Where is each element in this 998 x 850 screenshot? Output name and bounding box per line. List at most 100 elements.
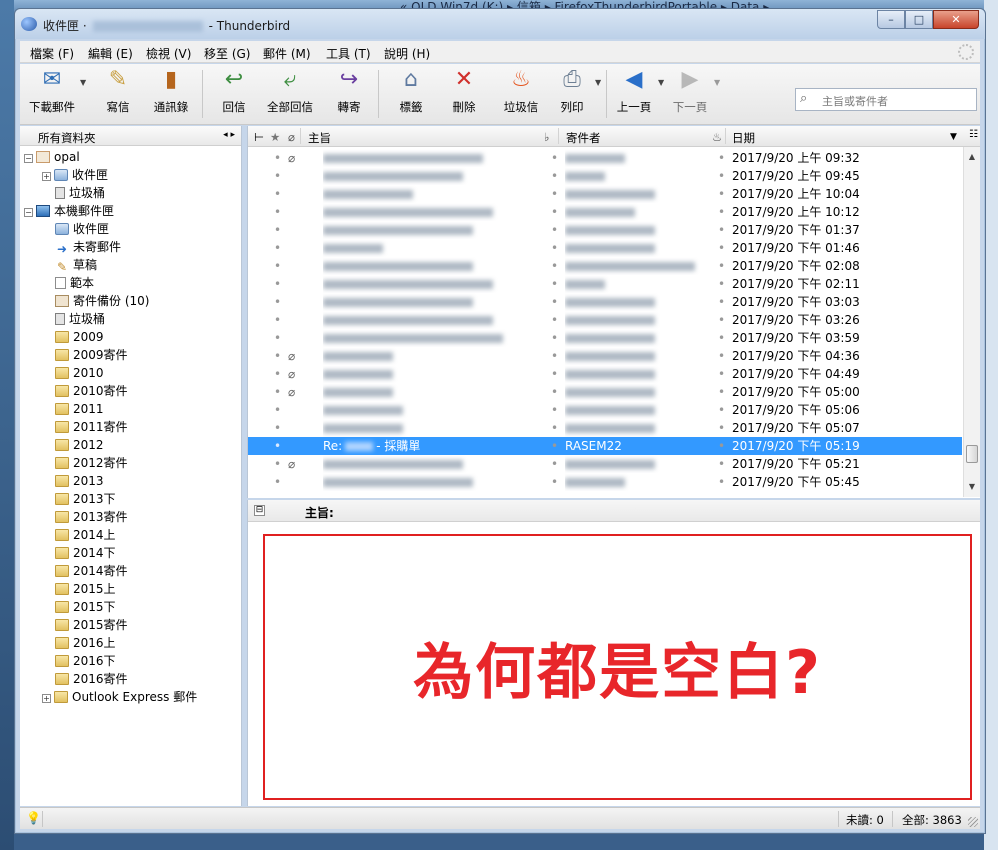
junk-status-icon[interactable]: •: [718, 185, 725, 203]
back-dropdown-icon[interactable]: ▼: [658, 78, 664, 87]
read-dot-icon[interactable]: •: [551, 203, 558, 221]
read-dot-icon[interactable]: •: [551, 473, 558, 491]
junk-status-icon[interactable]: •: [718, 365, 725, 383]
folder-item[interactable]: 垃圾桶: [42, 184, 105, 202]
table-row[interactable]: • ⌀ • • 2017/9/20 上午 09:32: [248, 149, 962, 167]
read-status-icon[interactable]: •: [274, 275, 281, 293]
junk-status-icon[interactable]: •: [718, 455, 725, 473]
folder-item[interactable]: 2010: [42, 364, 104, 382]
read-dot-icon[interactable]: •: [551, 239, 558, 257]
collapse-twisty-icon[interactable]: −: [24, 208, 33, 217]
folder-item[interactable]: 2013下: [42, 490, 116, 508]
read-status-icon[interactable]: •: [274, 311, 281, 329]
table-row[interactable]: • • • 2017/9/20 下午 05:06: [248, 401, 962, 419]
folder-item[interactable]: 2012寄件: [42, 454, 128, 472]
folder-item[interactable]: 2014寄件: [42, 562, 128, 580]
scroll-up-icon[interactable]: ▲: [964, 149, 980, 165]
menu-file[interactable]: 檔案 (F): [30, 45, 74, 62]
read-dot-icon[interactable]: •: [551, 167, 558, 185]
tag-button[interactable]: ⌂ 標籤: [388, 67, 434, 123]
offline-status-icon[interactable]: 💡: [26, 811, 41, 825]
junk-status-icon[interactable]: •: [718, 383, 725, 401]
table-row[interactable]: • • • 2017/9/20 下午 03:03: [248, 293, 962, 311]
junk-status-icon[interactable]: •: [718, 347, 725, 365]
read-status-icon[interactable]: •: [274, 455, 281, 473]
read-status-icon[interactable]: •: [274, 221, 281, 239]
table-row[interactable]: • ⌀ • • 2017/9/20 下午 05:21: [248, 455, 962, 473]
folder-item[interactable]: − 本機郵件匣: [24, 202, 114, 220]
table-row[interactable]: • • • 2017/9/20 下午 05:45: [248, 473, 962, 491]
table-row[interactable]: • • • 2017/9/20 上午 10:12: [248, 203, 962, 221]
read-dot-icon[interactable]: •: [551, 311, 558, 329]
read-dot-icon[interactable]: •: [551, 329, 558, 347]
forward-button[interactable]: ↪ 轉寄: [326, 67, 372, 123]
junk-status-icon[interactable]: •: [718, 275, 725, 293]
read-status-icon[interactable]: •: [274, 419, 281, 437]
read-status-icon[interactable]: •: [274, 293, 281, 311]
junk-column-icon[interactable]: ♨: [712, 130, 722, 144]
scroll-thumb[interactable]: [966, 445, 978, 463]
junk-status-icon[interactable]: •: [718, 221, 725, 239]
table-row[interactable]: • ⌀ • • 2017/9/20 下午 04:36: [248, 347, 962, 365]
junk-status-icon[interactable]: •: [718, 293, 725, 311]
read-dot-icon[interactable]: •: [551, 401, 558, 419]
table-row[interactable]: • • • 2017/9/20 上午 10:04: [248, 185, 962, 203]
folder-item[interactable]: 2013寄件: [42, 508, 128, 526]
next-dropdown-icon[interactable]: ▼: [714, 78, 720, 87]
folder-item[interactable]: 2016上: [42, 634, 116, 652]
folder-item[interactable]: 2010寄件: [42, 382, 128, 400]
reply-all-button[interactable]: ⤶ 全部回信: [260, 67, 320, 123]
read-dot-icon[interactable]: •: [551, 419, 558, 437]
menu-message[interactable]: 郵件 (M): [263, 45, 311, 62]
get-mail-dropdown-icon[interactable]: ▼: [80, 78, 86, 87]
table-row[interactable]: • • • 2017/9/20 上午 09:45: [248, 167, 962, 185]
table-row[interactable]: • • • 2017/9/20 下午 03:26: [248, 311, 962, 329]
sort-arrow-icon[interactable]: ▼: [950, 132, 957, 142]
folder-item[interactable]: 2014上: [42, 526, 116, 544]
thread-column-icon[interactable]: ⊢: [254, 130, 264, 144]
junk-status-icon[interactable]: •: [718, 239, 725, 257]
folder-item[interactable]: + Outlook Express 郵件: [42, 688, 197, 706]
folder-item[interactable]: ➜ 未寄郵件: [42, 238, 121, 256]
read-status-icon[interactable]: •: [274, 149, 281, 167]
junk-status-icon[interactable]: •: [718, 329, 725, 347]
table-row[interactable]: • • • 2017/9/20 下午 01:46: [248, 239, 962, 257]
table-row[interactable]: • • • 2017/9/20 下午 02:08: [248, 257, 962, 275]
read-dot-icon[interactable]: •: [551, 365, 558, 383]
table-row[interactable]: • ⌀ • • 2017/9/20 下午 04:49: [248, 365, 962, 383]
read-dot-icon[interactable]: •: [551, 257, 558, 275]
read-status-icon[interactable]: •: [274, 347, 281, 365]
folder-item[interactable]: 2014下: [42, 544, 116, 562]
print-dropdown-icon[interactable]: ▼: [595, 78, 601, 87]
junk-status-icon[interactable]: •: [718, 473, 725, 491]
maximize-button[interactable]: □: [905, 10, 933, 29]
menu-help[interactable]: 說明 (H): [384, 45, 430, 62]
read-status-icon[interactable]: •: [274, 239, 281, 257]
table-row[interactable]: • Re: - 採購單 • RASEM22 • 2017/9/20 下午 05:19: [248, 437, 962, 455]
read-status-icon[interactable]: •: [274, 365, 281, 383]
quick-search-input[interactable]: ⌕ 主旨或寄件者: [795, 88, 977, 111]
folder-item[interactable]: 2013: [42, 472, 104, 490]
folder-item[interactable]: − opal: [24, 148, 80, 166]
close-button[interactable]: ✕: [933, 10, 979, 29]
junk-status-icon[interactable]: •: [718, 149, 725, 167]
minimize-button[interactable]: –: [877, 10, 905, 29]
table-row[interactable]: • • • 2017/9/20 下午 03:59: [248, 329, 962, 347]
collapse-twisty-icon[interactable]: −: [24, 154, 33, 163]
read-dot-icon[interactable]: •: [551, 185, 558, 203]
junk-status-icon[interactable]: •: [718, 311, 725, 329]
address-book-button[interactable]: ▮ 通訊錄: [148, 67, 194, 123]
read-dot-icon[interactable]: •: [551, 149, 558, 167]
read-dot-icon[interactable]: •: [551, 347, 558, 365]
read-dot-icon[interactable]: •: [551, 437, 558, 455]
junk-status-icon[interactable]: •: [718, 401, 725, 419]
get-mail-button[interactable]: ✉ 下載郵件: [24, 67, 80, 123]
expand-twisty-icon[interactable]: +: [42, 694, 51, 703]
folder-item[interactable]: 2012: [42, 436, 104, 454]
junk-status-icon[interactable]: •: [718, 419, 725, 437]
read-status-icon[interactable]: •: [274, 257, 281, 275]
junk-status-icon[interactable]: •: [718, 167, 725, 185]
print-button[interactable]: ⎙ 列印: [552, 67, 592, 123]
read-dot-icon[interactable]: •: [551, 383, 558, 401]
folder-item[interactable]: 2011: [42, 400, 104, 418]
